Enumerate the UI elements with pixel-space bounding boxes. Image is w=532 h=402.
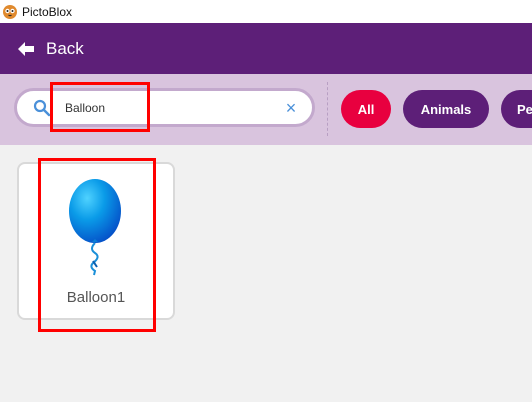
sprite-card-balloon1[interactable]: Balloon1 [17, 162, 175, 320]
sprite-label: Balloon1 [66, 289, 126, 306]
app-title: PictoBlox [22, 4, 73, 19]
filter-divider [327, 82, 328, 136]
filter-bar: × All Animals Pe [0, 74, 532, 145]
search-input[interactable] [65, 97, 275, 119]
balloon-icon [69, 179, 121, 276]
filter-all-button[interactable]: All [341, 90, 391, 128]
back-arrow-icon [18, 41, 34, 56]
clear-search-icon[interactable]: × [283, 99, 299, 117]
title-bar: PictoBlox [0, 0, 532, 23]
search-icon [33, 99, 51, 117]
back-label: Back [46, 38, 84, 58]
search-box: × [14, 88, 315, 127]
menu-bar: Back [0, 23, 532, 74]
filter-people-button[interactable]: Pe [501, 90, 532, 128]
filter-animals-button[interactable]: Animals [403, 90, 489, 128]
back-button[interactable]: Back [16, 39, 84, 59]
sprite-library-grid: Balloon1 [0, 145, 532, 402]
pictoblox-logo-icon [3, 4, 17, 19]
